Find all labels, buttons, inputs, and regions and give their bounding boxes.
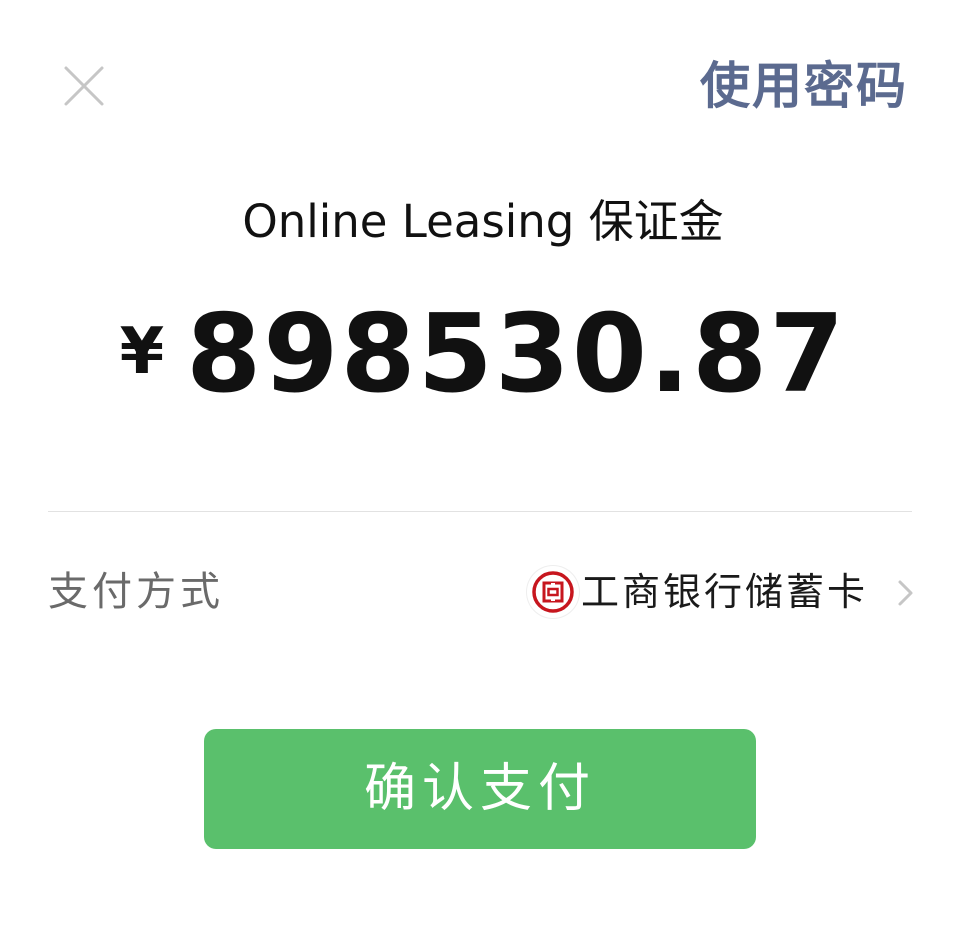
payment-method-row[interactable]: 支付方式 工商银行储蓄卡 [48,550,916,634]
payment-sheet: 使用密码 Online Leasing 保证金 ¥898530.87 支付方式 … [0,0,966,937]
currency-symbol: ¥ [119,315,165,389]
confirm-payment-button[interactable]: 确认支付 [204,729,756,849]
payment-amount: ¥898530.87 [0,292,966,446]
icbc-bank-icon [527,566,579,618]
amount-value: 898530.87 [186,292,847,417]
close-icon [64,66,104,106]
use-password-link[interactable]: 使用密码 [700,56,908,116]
divider [48,511,912,512]
bank-card-name: 工商银行储蓄卡 [580,570,868,614]
order-title: Online Leasing 保证金 [242,195,724,248]
payment-method-label: 支付方式 [48,569,224,615]
chevron-right-icon [896,578,916,608]
close-button[interactable] [62,64,106,108]
